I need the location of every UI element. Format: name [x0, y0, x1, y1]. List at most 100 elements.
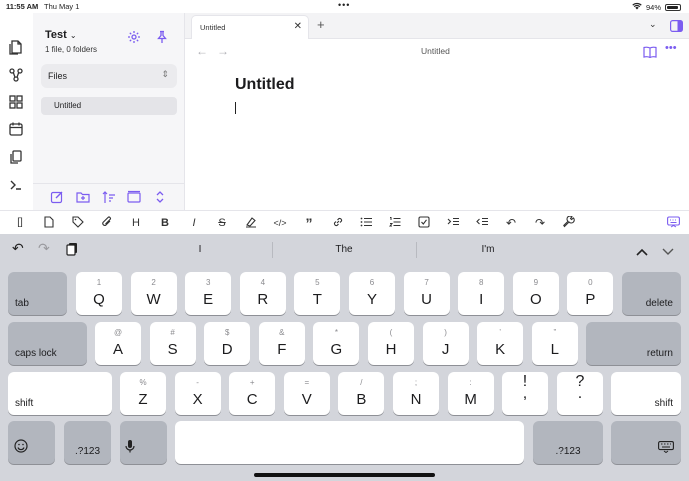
brackets-icon[interactable]: []	[13, 216, 27, 230]
numbers-key-left[interactable]: .?123	[64, 421, 111, 464]
close-tab-icon[interactable]: ✕	[294, 21, 302, 32]
key-j[interactable]: ) J	[422, 322, 469, 365]
suggestion-2[interactable]: The	[324, 244, 364, 255]
new-note-icon[interactable]	[50, 190, 64, 204]
back-arrow-icon[interactable]: ←	[196, 44, 208, 58]
key-i[interactable]: 8I	[458, 272, 505, 315]
dictation-key[interactable]	[120, 421, 167, 464]
key-z[interactable]: % Z	[120, 372, 166, 415]
sidebar-toggle-icon[interactable]	[670, 19, 684, 33]
code-icon[interactable]: </>	[273, 216, 287, 230]
chevron-down-icon[interactable]	[662, 243, 674, 261]
tab-list-chevron-icon[interactable]: ⌄	[649, 19, 657, 30]
tab-untitled[interactable]: Untitled ✕	[191, 15, 309, 39]
file-item-untitled[interactable]: Untitled	[41, 97, 177, 115]
canvas-icon[interactable]	[8, 94, 24, 110]
settings-gear-icon[interactable]	[127, 30, 141, 44]
key-n[interactable]: ; N	[393, 372, 439, 415]
copy-icon[interactable]	[8, 149, 24, 165]
redo-icon[interactable]: ↷	[533, 216, 547, 230]
undo-icon[interactable]: ↶	[12, 240, 24, 257]
outdent-icon[interactable]	[475, 216, 489, 230]
key-p[interactable]: 0P	[567, 272, 614, 315]
key-f[interactable]: & F	[258, 322, 305, 365]
toolbar-keyboard-toggle-icon[interactable]	[666, 216, 680, 230]
key-e[interactable]: 3E	[185, 272, 232, 315]
wrench-icon[interactable]	[562, 215, 576, 230]
key-c[interactable]: + C	[229, 372, 276, 415]
key-question-period[interactable]: ?.	[557, 372, 603, 415]
shift-key-right[interactable]: shift	[611, 372, 681, 415]
calendar-icon[interactable]	[8, 121, 24, 137]
tab-key[interactable]: tab	[8, 272, 67, 315]
key-w[interactable]: 2W	[130, 272, 177, 315]
delete-key[interactable]: delete	[622, 272, 681, 315]
link-icon[interactable]	[331, 216, 345, 230]
redo-icon[interactable]: ↷	[38, 240, 50, 257]
key-char: C	[246, 391, 258, 408]
space-bar[interactable]	[175, 421, 524, 464]
key-q[interactable]: 1Q	[76, 272, 122, 315]
key-d[interactable]: $ D	[204, 322, 251, 365]
quote-icon[interactable]: ”	[302, 216, 316, 230]
multitasking-dots[interactable]: •••	[338, 0, 350, 10]
caps-lock-key[interactable]: caps lock	[8, 322, 87, 365]
new-folder-icon[interactable]	[76, 190, 90, 204]
terminal-icon[interactable]	[8, 177, 24, 193]
paste-clipboard-icon[interactable]	[66, 242, 78, 261]
key-x[interactable]: -X	[174, 372, 221, 415]
suggestion-1[interactable]: I	[180, 244, 220, 255]
key-s[interactable]: # S	[149, 322, 196, 365]
heading-icon[interactable]: H	[129, 216, 143, 230]
vault-switcher[interactable]: Test ⌄	[45, 29, 77, 41]
key-v[interactable]: = V	[283, 372, 330, 415]
sort-icon[interactable]	[102, 190, 116, 204]
key-l[interactable]: ” L	[531, 322, 578, 365]
collapse-all-icon[interactable]	[127, 190, 141, 204]
key-t[interactable]: 5T	[294, 272, 341, 315]
indent-icon[interactable]	[446, 216, 460, 230]
graph-view-icon[interactable]	[8, 67, 24, 83]
more-options-icon[interactable]: •••	[665, 42, 677, 54]
expand-chevrons-icon[interactable]	[153, 190, 167, 204]
key-m[interactable]: :M	[447, 372, 494, 415]
bold-icon[interactable]: B	[158, 216, 172, 230]
hide-keyboard-key[interactable]	[611, 421, 681, 464]
file-icon[interactable]	[42, 216, 56, 230]
key-exclaim-comma[interactable]: !,	[502, 372, 548, 415]
key-g[interactable]: * G	[313, 322, 360, 365]
home-indicator[interactable]	[254, 473, 435, 477]
key-a[interactable]: @ A	[95, 322, 141, 365]
emoji-key[interactable]	[8, 421, 55, 464]
chevron-up-icon[interactable]	[636, 243, 648, 261]
key-o[interactable]: 9O	[512, 272, 559, 315]
shift-key-left[interactable]: shift	[8, 372, 112, 415]
reading-view-book-icon[interactable]	[643, 45, 657, 59]
new-tab-plus-icon[interactable]: +	[317, 17, 325, 32]
highlighter-icon[interactable]	[244, 216, 258, 230]
key-r[interactable]: 4R	[239, 272, 286, 315]
undo-icon[interactable]: ↶	[504, 216, 518, 230]
note-heading[interactable]: Untitled	[235, 76, 295, 94]
key-h[interactable]: (H	[368, 322, 414, 365]
tag-icon[interactable]	[71, 216, 85, 230]
view-header-title[interactable]: Untitled	[421, 46, 450, 56]
attachment-icon[interactable]	[100, 216, 114, 230]
key-char: K	[495, 341, 506, 358]
numbers-key-right[interactable]: .?123	[533, 421, 603, 464]
return-key[interactable]: return	[586, 322, 681, 365]
bullet-list-icon[interactable]	[359, 216, 373, 230]
key-y[interactable]: 6Y	[349, 272, 395, 315]
strikethrough-icon[interactable]: S	[215, 216, 229, 230]
italic-icon[interactable]: I	[187, 216, 201, 230]
key-u[interactable]: 7U	[403, 272, 450, 315]
files-view-selector[interactable]: Files ⇕	[41, 64, 177, 88]
key-k[interactable]: ’ K	[477, 322, 524, 365]
key-b[interactable]: / B	[338, 372, 385, 415]
suggestion-3[interactable]: I'm	[468, 244, 508, 255]
pin-icon[interactable]	[155, 30, 169, 44]
numbered-list-icon[interactable]	[388, 216, 402, 230]
forward-arrow-icon[interactable]: →	[217, 44, 229, 58]
checkbox-icon[interactable]	[417, 216, 431, 230]
new-note-icon[interactable]	[8, 39, 24, 55]
